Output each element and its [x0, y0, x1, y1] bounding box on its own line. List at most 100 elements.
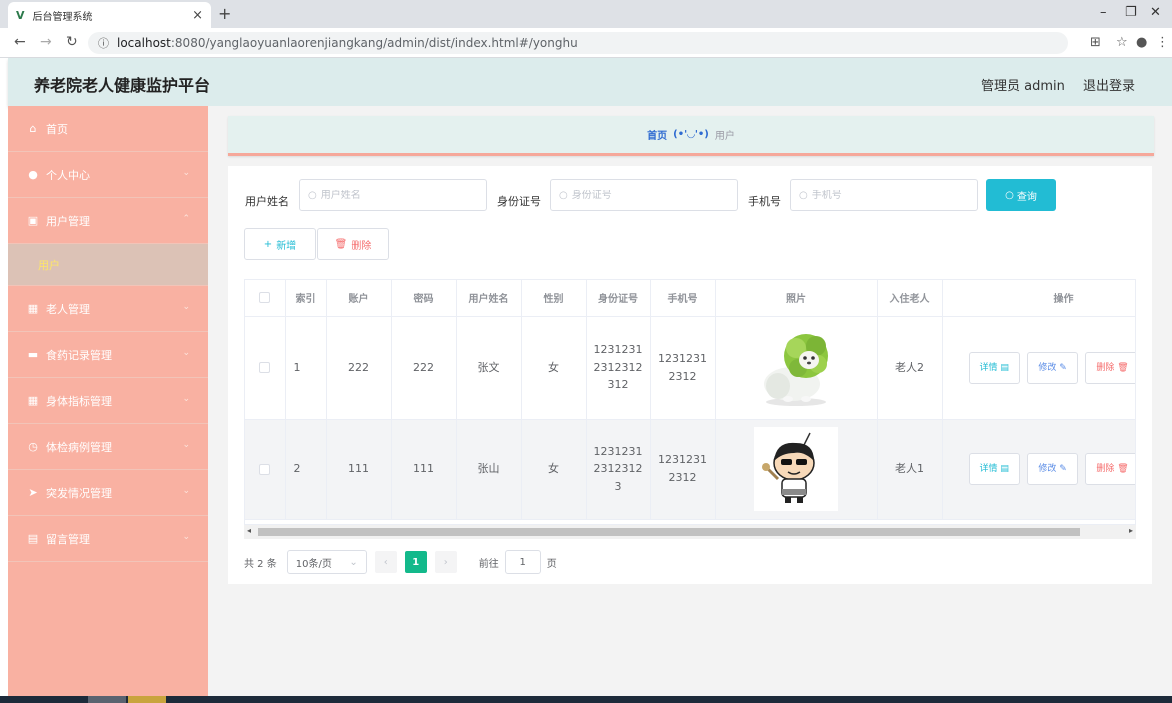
menu-dots-icon[interactable]: ⋮: [1156, 35, 1169, 50]
search-name-input[interactable]: [320, 189, 461, 201]
col-phone: 手机号: [650, 280, 716, 317]
cell-gender: 女: [521, 419, 587, 520]
col-idcard: 身份证号: [586, 280, 651, 317]
briefcase-icon: ▬: [27, 348, 39, 361]
col-gender: 性别: [521, 280, 587, 317]
document-icon: ▤: [1000, 362, 1009, 373]
table-horizontal-scrollbar[interactable]: ◂ ▸: [244, 525, 1136, 539]
cell-operations: 详情 ▤ 修改 ✎ 删除 🗑: [942, 419, 1135, 520]
cell-index: 2: [285, 419, 327, 520]
batch-delete-button[interactable]: 🗑 删除: [317, 228, 389, 260]
info-icon[interactable]: ⓘ: [98, 35, 109, 51]
document-icon: ▤: [1000, 464, 1009, 474]
user-table: 索引 账户 密码 用户姓名 性别 身份证号 手机号 照片 入住老人 操作 1 2…: [244, 279, 1136, 525]
cartoon-boy-photo: [754, 427, 838, 511]
breadcrumb-home[interactable]: 首页: [647, 127, 667, 142]
taskbar-app[interactable]: [88, 696, 126, 703]
search-icon: ○: [1005, 189, 1014, 201]
search-id-input[interactable]: [571, 189, 712, 201]
search-phone-input[interactable]: [811, 189, 952, 201]
bookmark-star-icon[interactable]: ☆: [1116, 35, 1128, 50]
send-icon: ➤: [28, 486, 38, 499]
os-taskbar: [0, 696, 1172, 703]
cell-idcard: 1231231 2312312 312: [586, 316, 651, 420]
goto-page-input[interactable]: [504, 550, 541, 574]
table-icon: ▦: [27, 394, 39, 407]
col-account: 账户: [326, 280, 392, 317]
delete-button[interactable]: 删除 🗑: [1085, 351, 1135, 384]
tab-close-icon[interactable]: ×: [192, 8, 203, 23]
sidebar-item-users[interactable]: ▣ 用户管理 ⌃: [8, 198, 208, 244]
chevron-up-icon: ⌃: [182, 214, 190, 224]
goto-label: 前往: [478, 558, 499, 570]
notebook-icon: ▤: [27, 532, 39, 545]
search-icon: ○: [308, 189, 317, 201]
browser-tabbar: V 后台管理系统 × + – ❐ ✕: [0, 0, 1172, 28]
chevron-down-icon: ⌄: [349, 556, 358, 568]
search-name-field[interactable]: ○: [299, 179, 487, 211]
sidebar-item-home[interactable]: ⌂ 首页: [8, 106, 208, 152]
row-checkbox[interactable]: [245, 419, 286, 520]
translate-icon[interactable]: ⊞: [1090, 35, 1101, 50]
pencil-icon: ✎: [1059, 362, 1067, 373]
page-size-select[interactable]: 10条/页 ⌄: [286, 550, 367, 574]
edit-button[interactable]: 修改 ✎: [1027, 453, 1078, 485]
cell-photo: [715, 419, 878, 520]
page-number-current[interactable]: 1: [404, 551, 427, 573]
cell-gender: 女: [521, 316, 587, 420]
sidebar-item-profile[interactable]: ● 个人中心 ⌄: [8, 152, 208, 198]
url-field[interactable]: ⓘ localhost:8080/yanglaoyuanlaorenjiangk…: [88, 32, 1068, 54]
edit-button[interactable]: 修改 ✎: [1027, 351, 1078, 384]
sidebar-item-checkup[interactable]: ◷ 体检病例管理 ⌄: [8, 424, 208, 470]
pagination: 共 2 条 10条/页 ⌄ ‹ 1 › 前往 页: [244, 550, 557, 574]
col-elder: 入住老人: [877, 280, 943, 317]
sidebar-item-body-metrics[interactable]: ▦ 身体指标管理 ⌄: [8, 378, 208, 424]
sidebar-item-messages[interactable]: ▤ 留言管理 ⌄: [8, 516, 208, 562]
browser-addressbar: ← → ↻ ⓘ localhost:8080/yanglaoyuanlaoren…: [0, 28, 1172, 58]
scrollbar-thumb[interactable]: [258, 528, 1080, 536]
breadcrumb-emoticon: (•'◡'•): [673, 129, 709, 140]
search-id-field[interactable]: ○: [550, 179, 738, 211]
row-checkbox[interactable]: [245, 316, 286, 420]
search-phone-label: 手机号: [748, 195, 781, 208]
next-page-button[interactable]: ›: [434, 551, 457, 573]
query-button[interactable]: ○ 查询: [986, 179, 1056, 211]
prev-page-button[interactable]: ‹: [374, 551, 397, 573]
main-content: 首页 (•'◡'•) 用户 用户姓名 ○ 身份证号 ○ 手机号 ○ ○ 查询 +…: [208, 106, 1172, 696]
breadcrumb: 首页 (•'◡'•) 用户: [228, 116, 1154, 156]
plus-icon: +: [263, 238, 273, 250]
new-tab-icon[interactable]: +: [218, 4, 231, 23]
delete-button[interactable]: 删除 🗑: [1085, 453, 1135, 485]
scroll-left-icon[interactable]: ◂: [247, 526, 251, 535]
sidebar-item-elders[interactable]: ▦ 老人管理 ⌄: [8, 286, 208, 332]
add-button[interactable]: + 新增: [244, 228, 316, 260]
back-icon[interactable]: ←: [14, 34, 26, 50]
sidebar-subitem-user[interactable]: 用户: [8, 244, 208, 286]
select-all-checkbox[interactable]: [245, 280, 286, 317]
forward-icon[interactable]: →: [40, 34, 52, 50]
restore-icon[interactable]: ❐: [1125, 5, 1137, 20]
taskbar-app[interactable]: [128, 696, 166, 703]
sidebar-item-food-medicine[interactable]: ▬ 食药记录管理 ⌄: [8, 332, 208, 378]
scroll-right-icon[interactable]: ▸: [1129, 526, 1133, 535]
pagination-total: 共 2 条: [244, 558, 277, 570]
chevron-down-icon: ⌄: [182, 486, 190, 496]
browser-tab[interactable]: V 后台管理系统 ×: [8, 2, 211, 28]
user-icon: ●: [28, 168, 38, 181]
detail-button[interactable]: 详情 ▤: [968, 351, 1020, 384]
search-phone-field[interactable]: ○: [790, 179, 978, 211]
cell-account: 111: [326, 419, 392, 520]
cell-password: 111: [391, 419, 457, 520]
url-path: :8080/yanglaoyuanlaorenjiangkang/admin/d…: [170, 36, 578, 50]
cell-phone: 1231231 2312: [650, 419, 716, 520]
sidebar-item-emergency[interactable]: ➤ 突发情况管理 ⌄: [8, 470, 208, 516]
profile-icon[interactable]: ●: [1136, 35, 1147, 50]
reload-icon[interactable]: ↻: [66, 34, 78, 50]
minimize-icon[interactable]: –: [1100, 5, 1107, 20]
cell-account: 222: [326, 316, 392, 420]
col-operations: 操作: [942, 280, 1135, 317]
window-close-icon[interactable]: ✕: [1150, 5, 1161, 20]
chevron-down-icon: ⌄: [182, 302, 190, 312]
detail-button[interactable]: 详情 ▤: [968, 453, 1020, 485]
logout-button[interactable]: 退出登录: [1083, 75, 1135, 94]
